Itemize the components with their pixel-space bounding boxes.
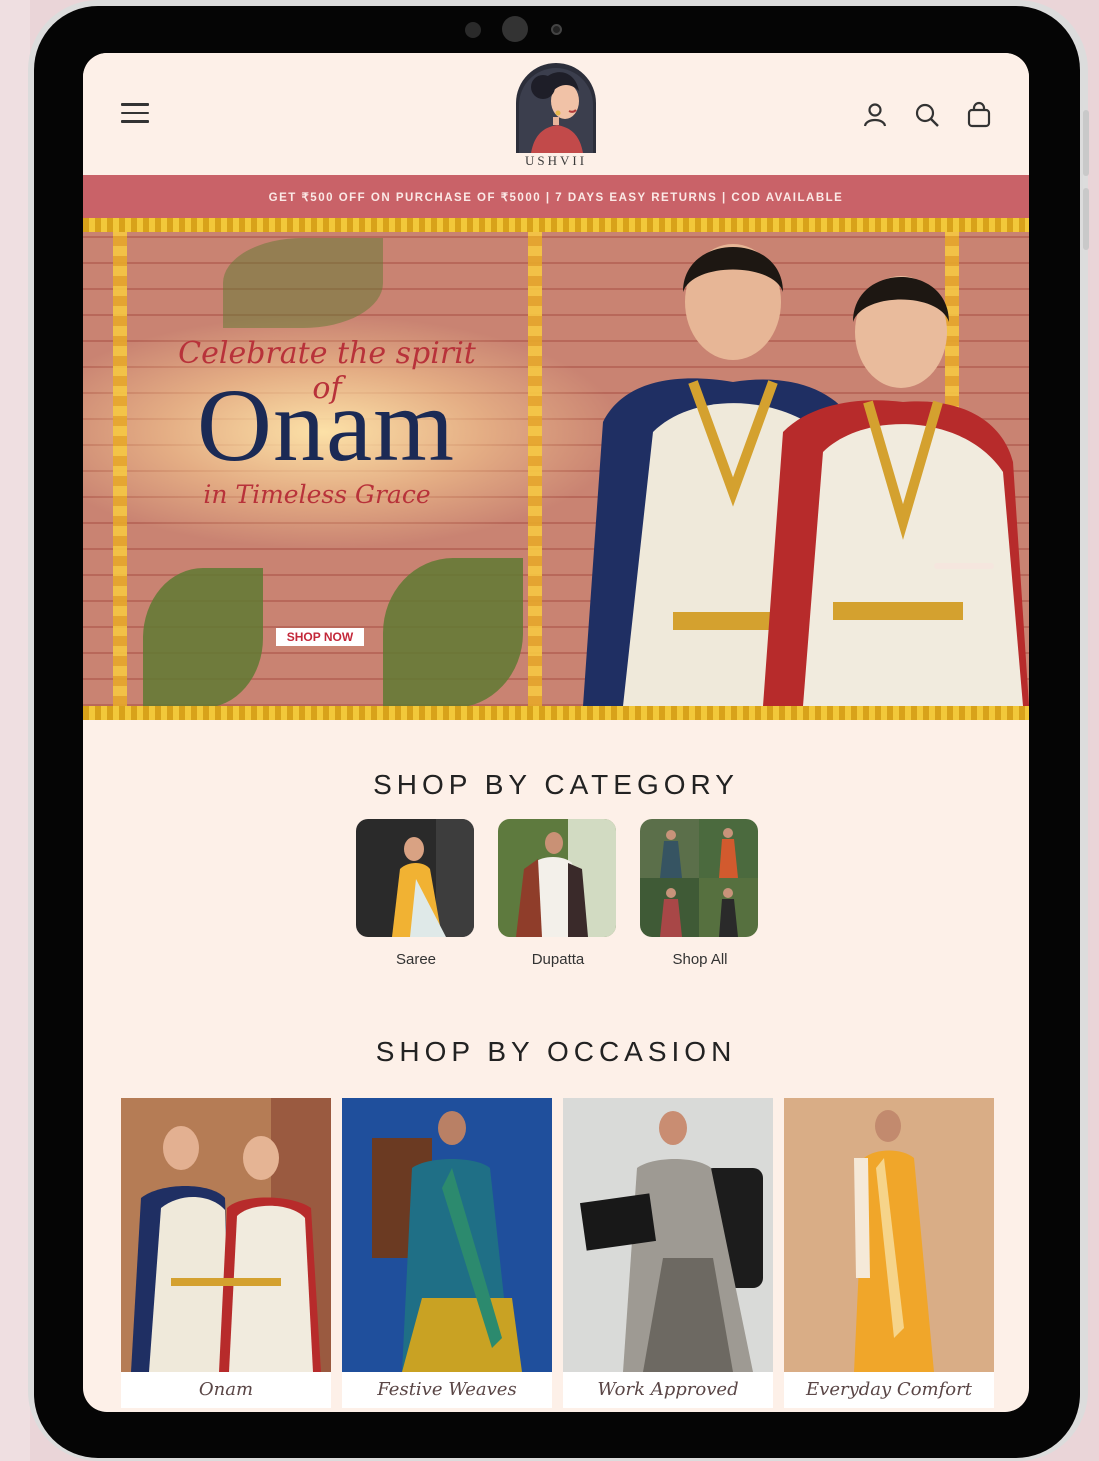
category-card-saree[interactable]: Saree (356, 819, 476, 968)
volume-down-button (1083, 188, 1089, 250)
festive-weaves-photo (342, 1098, 552, 1372)
onam-photo (121, 1098, 331, 1372)
occasion-label: Everyday Comfort (784, 1372, 994, 1408)
account-icon[interactable] (861, 101, 889, 129)
camera-icon (502, 16, 528, 42)
volume-up-button (1083, 110, 1089, 176)
category-label: Saree (395, 951, 437, 968)
shopping-bag-icon[interactable] (965, 101, 993, 129)
work-approved-photo (563, 1098, 773, 1372)
occasion-label: Work Approved (563, 1372, 773, 1408)
hero-bottom-border (83, 706, 1029, 720)
occasion-label: Festive Weaves (342, 1372, 552, 1408)
hero-models-photo (583, 244, 1029, 706)
sensor-icon (465, 22, 481, 38)
carousel-indicator[interactable] (934, 563, 994, 569)
category-label: Dupatta (531, 951, 585, 968)
category-section-title: SHOP BY CATEGORY (373, 769, 739, 800)
category-card-shop-all[interactable]: Shop All (640, 819, 760, 968)
light-sensor-icon (551, 24, 562, 35)
shop-all-thumbnail (640, 819, 758, 937)
occasion-card-festive-weaves[interactable]: Festive Weaves (342, 1098, 552, 1408)
everyday-comfort-photo (784, 1098, 994, 1372)
occasion-card-everyday-comfort[interactable]: Everyday Comfort (784, 1098, 994, 1408)
category-label: Shop All (672, 951, 728, 968)
logo-portrait-icon (516, 63, 596, 153)
plant-decor (143, 568, 263, 708)
screen: USHVII GET ₹500 OFF ON PURCHASE OF ₹5000… (83, 53, 1029, 1412)
brand-logo[interactable]: USHVII (513, 61, 599, 169)
hero-top-border (83, 218, 1029, 232)
dupatta-thumbnail (498, 819, 616, 937)
marigold-garland (113, 232, 127, 706)
hero-banner[interactable]: Celebrate the spirit of Onam in Timeless… (83, 218, 1029, 720)
palm-leaf-decor (223, 238, 383, 328)
hero-headline: Onam (196, 368, 456, 483)
occasion-label: Onam (121, 1372, 331, 1408)
occasion-card-onam[interactable]: Onam (121, 1098, 331, 1408)
category-card-dupatta[interactable]: Dupatta (498, 819, 618, 968)
saree-thumbnail (356, 819, 474, 937)
plant-decor (383, 558, 523, 708)
hamburger-menu-icon[interactable] (121, 103, 149, 125)
occasion-section-title: SHOP BY OCCASION (375, 1036, 737, 1067)
search-icon[interactable] (913, 101, 941, 129)
occasion-card-work-approved[interactable]: Work Approved (563, 1098, 773, 1408)
shop-now-button[interactable]: SHOP NOW (276, 628, 364, 646)
backdrop-strip (0, 0, 30, 1461)
brand-wordmark: USHVII (524, 153, 588, 168)
site-header: USHVII (83, 53, 1029, 175)
hero-tagline-bottom: in Timeless Grace (203, 480, 431, 509)
marigold-garland (528, 232, 542, 706)
announcement-bar: GET ₹500 OFF ON PURCHASE OF ₹5000 | 7 DA… (83, 175, 1029, 218)
